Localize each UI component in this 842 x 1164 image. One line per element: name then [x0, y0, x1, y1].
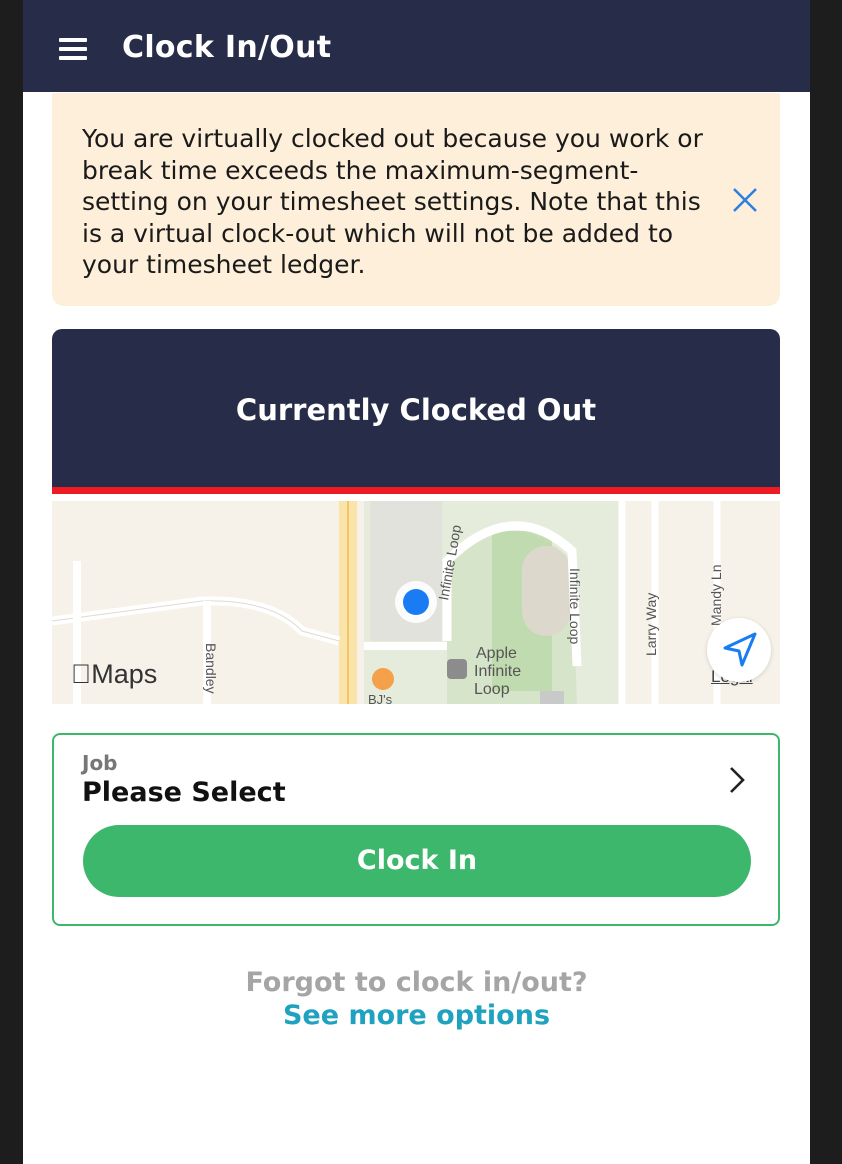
map-label-apple: Apple — [476, 645, 517, 662]
clock-status-text: Currently Clocked Out — [235, 393, 597, 427]
hamburger-menu-icon[interactable] — [59, 38, 87, 62]
clock-in-button[interactable]: Clock In — [83, 825, 751, 897]
job-label: Job — [82, 751, 118, 775]
page-title: Clock In/Out — [122, 30, 332, 65]
forgot-clock-text: Forgot to clock in/out? — [245, 967, 588, 998]
close-icon[interactable] — [732, 187, 758, 213]
app-screen: Clock In/Out You are virtually clocked o… — [23, 0, 810, 1164]
map-label-bandley: Bandley — [203, 643, 219, 694]
banner-message: You are virtually clocked out because yo… — [82, 124, 703, 279]
job-value: Please Select — [82, 777, 286, 808]
map-label-larry-way: Larry Way — [643, 593, 659, 656]
map-label-mandy-ln: Mandy Ln — [708, 565, 724, 626]
apple-maps-logo: Maps — [71, 659, 157, 689]
map-label-apple-loop: Loop — [474, 681, 510, 698]
app-header: Clock In/Out — [23, 0, 810, 92]
status-indicator-bar — [52, 487, 780, 494]
locate-me-button[interactable] — [707, 618, 771, 682]
virtual-clockout-banner: You are virtually clocked out because yo… — [52, 93, 780, 306]
job-card: Job Please Select Clock In — [52, 733, 780, 926]
location-map[interactable]: Infinite Loop Infinite Loop Larry Way Ba… — [52, 501, 780, 704]
see-more-options-link[interactable]: See more options — [23, 1000, 810, 1031]
map-label-infinite-loop-east: Infinite Loop — [567, 568, 583, 644]
map-label-bjs: BJ's — [368, 692, 393, 704]
chevron-right-icon[interactable] — [727, 765, 747, 795]
location-arrow-icon — [723, 632, 757, 667]
map-graphic: Infinite Loop Infinite Loop Larry Way Ba… — [52, 501, 780, 704]
clock-status-card: Currently Clocked Out — [52, 329, 780, 489]
map-label-apple-infinite: Infinite — [474, 663, 521, 680]
